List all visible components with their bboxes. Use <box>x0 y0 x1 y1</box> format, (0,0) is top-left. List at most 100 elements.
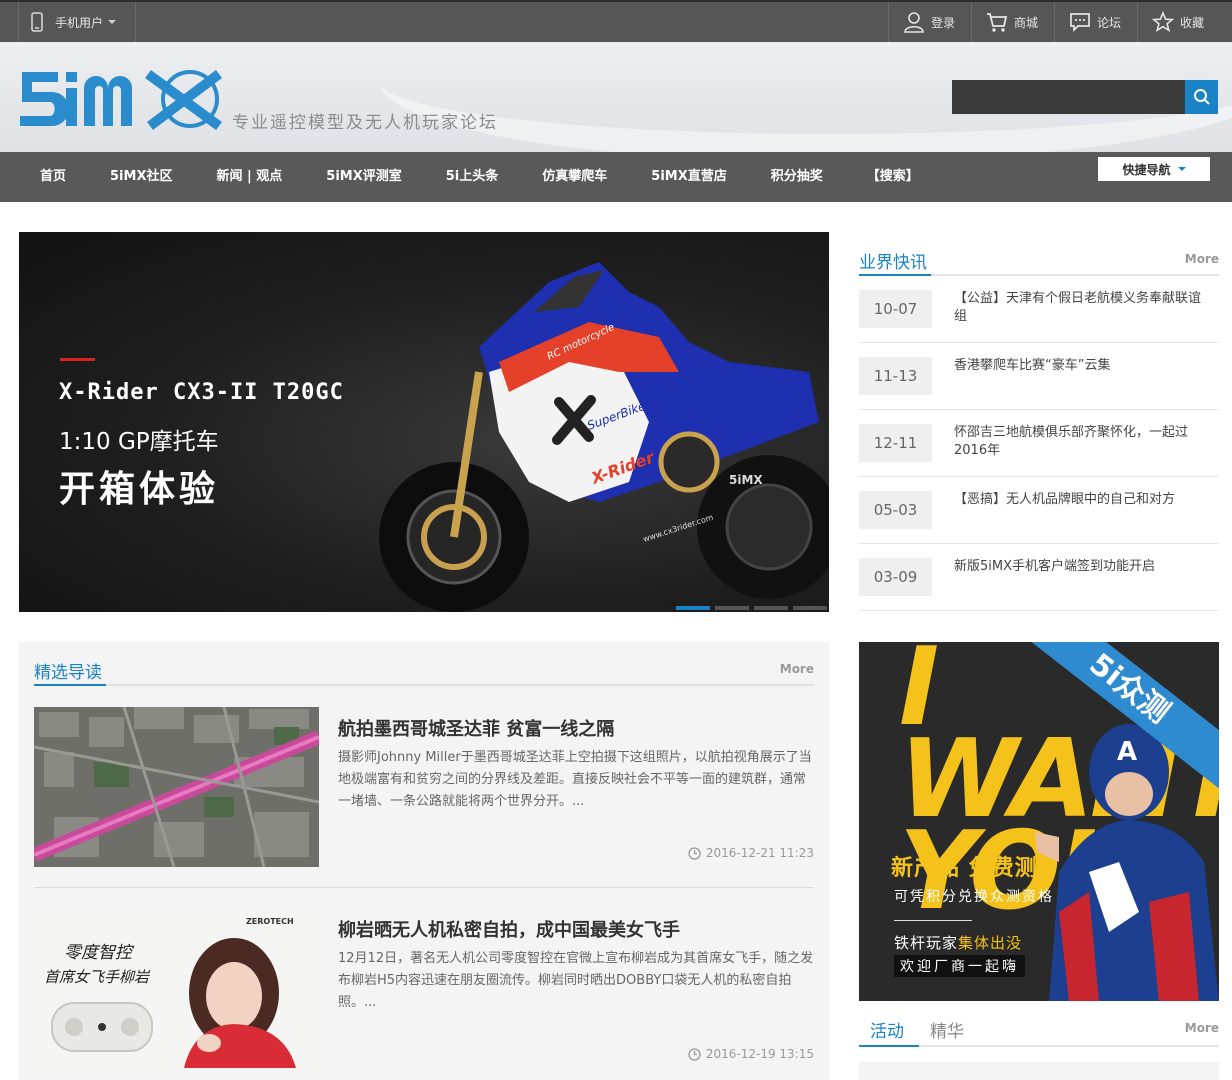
featured-more-link[interactable]: More <box>780 662 814 676</box>
clock-icon <box>688 1047 701 1061</box>
site-header: 专业遥控模型及无人机玩家论坛 <box>0 42 1232 152</box>
featured-reads-panel: 精选导读 More 航拍墨西哥城圣达菲 贫富一线之隔 摄影师Johnny Mil… <box>19 642 829 1080</box>
hero-title-model: X-Rider CX3-II T20GC <box>59 380 344 405</box>
slider-dot[interactable] <box>676 606 710 610</box>
article-title[interactable]: 航拍墨西哥城圣达菲 贫富一线之隔 <box>338 715 614 741</box>
quick-nav-button[interactable]: 快捷导航 <box>1098 157 1210 181</box>
article-summary: 12月12日，著名无人机公司零度智控在官微上宣布柳岩成为其首席女飞手，随之发布柳… <box>338 951 814 1010</box>
news-title[interactable]: 香港攀爬车比赛“豪车”云集 <box>954 357 1204 375</box>
quick-nav-label: 快捷导航 <box>1122 162 1171 177</box>
news-title[interactable]: 怀邵吉三地航模俱乐部齐聚怀化，一起过2016年 <box>954 424 1204 460</box>
title-underline <box>34 684 106 686</box>
nav-item-lottery[interactable]: 积分抽奖 <box>749 152 845 202</box>
nav-item-community[interactable]: 5iMX社区 <box>88 152 194 202</box>
hero-title-scale: 1:10 GP摩托车 <box>59 429 219 455</box>
news-title[interactable]: 【公益】天津有个假日老航模义务奉献联谊组 <box>954 290 1204 326</box>
chevron-down-icon <box>108 20 117 24</box>
nav-item-store[interactable]: 5iMX直营店 <box>629 152 748 202</box>
site-tagline: 专业遥控模型及无人机玩家论坛 <box>232 113 498 133</box>
news-title[interactable]: 【恶搞】无人机品牌眼中的自己和对方 <box>954 491 1204 509</box>
tab-highlights[interactable]: 精华 <box>930 1017 964 1042</box>
news-item[interactable]: 03-09 新版5iMX手机客户端签到功能开启 <box>859 544 1219 611</box>
article-item[interactable]: 航拍墨西哥城圣达菲 贫富一线之隔 摄影师Johnny Miller于墨西哥城圣达… <box>34 707 814 888</box>
chat-icon <box>1070 13 1090 33</box>
industry-news-more-link[interactable]: More <box>1185 252 1219 266</box>
ad-line-players: 铁杆玩家集体出没 <box>894 932 1022 953</box>
search-input[interactable] <box>952 80 1185 114</box>
favorite-label: 收藏 <box>1179 15 1204 30</box>
article-divider <box>34 887 814 888</box>
hero-accent-bar <box>60 358 95 361</box>
crowd-test-ad-banner[interactable]: I WANT YOU A 5i众测 新产品 免费测 可凭积分兑换众测资格 铁杆玩… <box>859 642 1219 1001</box>
activity-more-link[interactable]: More <box>1185 1021 1219 1035</box>
search-button[interactable] <box>1185 80 1218 114</box>
zerotech-brand-text: ZEROTECH <box>246 917 294 926</box>
slider-dots <box>676 606 829 610</box>
industry-news-title: 业界快讯 <box>859 253 927 273</box>
cart-icon <box>986 13 1008 32</box>
login-link[interactable]: 登录 <box>887 2 971 42</box>
main-nav: 首页 5iMX社区 新闻 | 观点 5iMX评测室 5i上头条 仿真攀爬车 5i… <box>0 152 1232 202</box>
tab-underline <box>859 1045 919 1047</box>
ad-players-text: 铁杆玩家 <box>894 934 959 952</box>
article-thumbnail-aerial[interactable] <box>34 707 319 867</box>
thumb-text-zerotech-cn: 零度智控 <box>64 943 135 963</box>
ad-line-points: 可凭积分兑换众测资格 <box>894 889 1054 905</box>
news-date: 05-03 <box>859 491 932 529</box>
mall-label: 商城 <box>1013 15 1038 30</box>
mall-link[interactable]: 商城 <box>970 2 1054 42</box>
nav-item-home[interactable]: 首页 <box>18 152 88 202</box>
hero-slider[interactable]: X-Rider CX3-II T20GC 1:10 GP摩托车 开箱体验 Sup… <box>19 232 829 612</box>
ad-appear-text: 集体出没 <box>958 934 1023 952</box>
industry-news-panel: 业界快讯 More 10-07 【公益】天津有个假日老航模义务奉献联谊组 11-… <box>859 244 1219 611</box>
forum-label: 论坛 <box>1096 15 1121 30</box>
favorite-link[interactable]: 收藏 <box>1136 2 1220 42</box>
article-summary: 摄影师Johnny Miller于墨西哥城圣达菲上空拍摄下这组照片，以航拍视角展… <box>338 750 812 809</box>
captain-a-letter: A <box>1117 737 1137 767</box>
slider-dot[interactable] <box>715 606 749 610</box>
mobile-user-label: 手机用户 <box>55 15 104 30</box>
article-timestamp: 2016-12-19 13:15 <box>688 1047 814 1061</box>
slider-dot[interactable] <box>793 606 827 610</box>
phone-icon <box>31 12 43 32</box>
star-icon <box>1151 11 1174 33</box>
ad-line-vendors: 欢迎厂商一起嗨 <box>894 955 1025 977</box>
motorcycle-image: SuperBike X-Rider RC motorcycle www.cx3r… <box>379 262 829 612</box>
article-time-text: 2016-12-21 11:23 <box>705 846 814 860</box>
news-title[interactable]: 新版5iMX手机客户端签到功能开启 <box>954 558 1204 576</box>
news-date: 10-07 <box>859 290 932 328</box>
news-date: 12-11 <box>859 424 932 462</box>
search-icon <box>1193 89 1210 105</box>
article-thumbnail-drone[interactable]: ZEROTECH 零度智控 首席女飞手柳岩 <box>34 908 319 1068</box>
nav-item-news[interactable]: 新闻 | 观点 <box>194 152 304 202</box>
clock-icon <box>688 846 701 860</box>
news-item[interactable]: 12-11 怀邵吉三地航模俱乐部齐聚怀化，一起过2016年 <box>859 410 1219 477</box>
nav-item-review[interactable]: 5iMX评测室 <box>304 152 423 202</box>
featured-title: 精选导读 <box>34 663 102 683</box>
article-time-text: 2016-12-19 13:15 <box>705 1047 814 1061</box>
nav-item-crawler[interactable]: 仿真攀爬车 <box>520 152 629 202</box>
news-item[interactable]: 11-13 香港攀爬车比赛“豪车”云集 <box>859 343 1219 410</box>
slider-dot[interactable] <box>754 606 788 610</box>
featured-header: 精选导读 More <box>34 656 814 686</box>
tab-activity[interactable]: 活动 <box>870 1017 904 1042</box>
top-bar: 手机用户 登录 商城 论坛 收藏 <box>0 0 1232 42</box>
nav-item-search[interactable]: 【搜索】 <box>845 152 941 202</box>
drone-selfie-image: ZEROTECH 零度智控 首席女飞手柳岩 <box>34 908 319 1068</box>
news-date: 11-13 <box>859 357 932 395</box>
nav-item-headline[interactable]: 5i上头条 <box>424 152 521 202</box>
mobile-user-dropdown[interactable]: 手机用户 <box>18 2 136 42</box>
5imx-logo <box>20 69 223 131</box>
news-date: 03-09 <box>859 558 932 596</box>
top-links: 登录 商城 论坛 收藏 <box>887 2 1220 42</box>
activity-tabs: 活动 精华 More <box>859 1015 1219 1047</box>
article-title[interactable]: 柳岩晒无人机私密自拍，成中国最美女飞手 <box>338 916 680 942</box>
forum-link[interactable]: 论坛 <box>1053 2 1137 42</box>
news-item[interactable]: 10-07 【公益】天津有个假日老航模义务奉献联谊组 <box>859 276 1219 343</box>
industry-news-header: 业界快讯 More <box>859 244 1219 276</box>
news-item[interactable]: 05-03 【恶搞】无人机品牌眼中的自己和对方 <box>859 477 1219 544</box>
site-logo[interactable] <box>18 68 223 134</box>
hero-title-unboxing: 开箱体验 <box>59 469 220 510</box>
bike-text-5imx: 5iMX <box>729 473 763 487</box>
article-item[interactable]: ZEROTECH 零度智控 首席女飞手柳岩 柳岩晒无人机私密自拍，成中国最美女飞… <box>34 908 814 1080</box>
